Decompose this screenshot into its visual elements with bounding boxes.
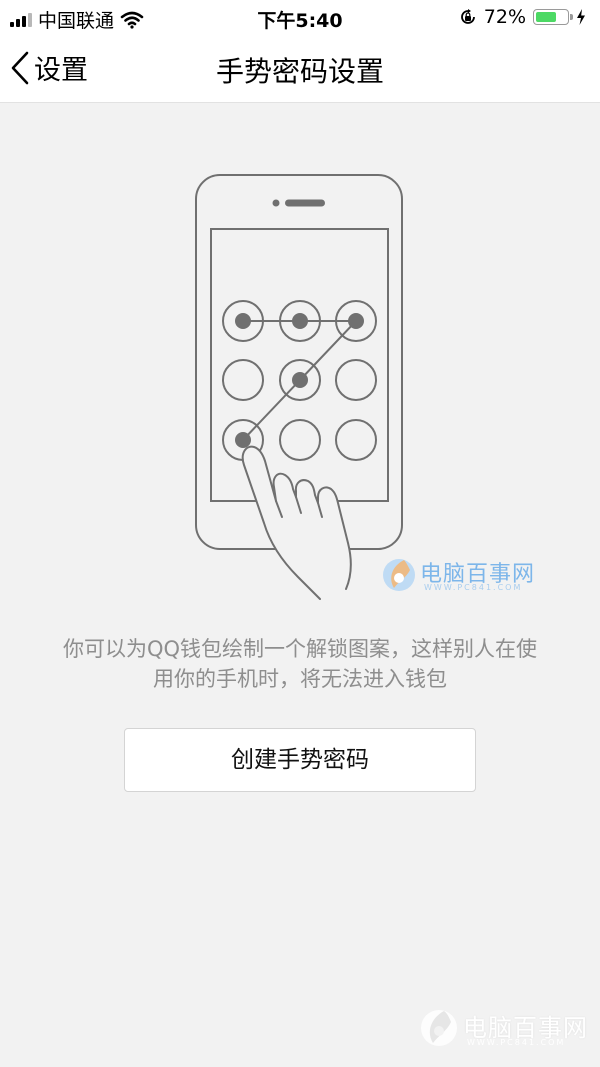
phone-speaker <box>285 199 325 207</box>
navigation-bar: 设置 手势密码设置 <box>0 34 600 103</box>
status-bar: 中国联通 下午5:40 72% <box>0 0 600 34</box>
page-title: 手势密码设置 <box>215 55 384 88</box>
hint-line-2: 用你的手机时，将无法进入钱包 <box>153 667 447 691</box>
brand-logo-icon <box>421 1010 457 1046</box>
hint-line-1: 你可以为QQ钱包绘制一个解锁图案，这样别人在使 <box>62 637 538 661</box>
create-gesture-password-button[interactable]: 创建手势密码 <box>124 728 476 792</box>
watermark-logo: 电脑百事网 WWW.PC841.COM <box>380 552 550 598</box>
watermark-url: WWW.PC841.COM <box>424 583 523 592</box>
phone-gesture-illustration <box>170 165 430 605</box>
orientation-lock-icon <box>460 9 475 24</box>
battery-percent: 72% <box>483 6 526 28</box>
watermark-url: WWW.PC841.COM <box>467 1038 566 1047</box>
battery-icon <box>533 9 573 25</box>
phone-camera <box>272 199 280 207</box>
hint-text: 你可以为QQ钱包绘制一个解锁图案，这样别人在使 用你的手机时，将无法进入钱包 <box>30 634 570 694</box>
status-right: 72% <box>459 6 586 28</box>
hand-icon <box>241 445 352 600</box>
charging-bolt-icon <box>577 9 585 25</box>
brand-logo-icon <box>383 559 415 591</box>
watermark-logo-bottom: 电脑百事网 WWW.PC841.COM <box>415 1000 600 1056</box>
